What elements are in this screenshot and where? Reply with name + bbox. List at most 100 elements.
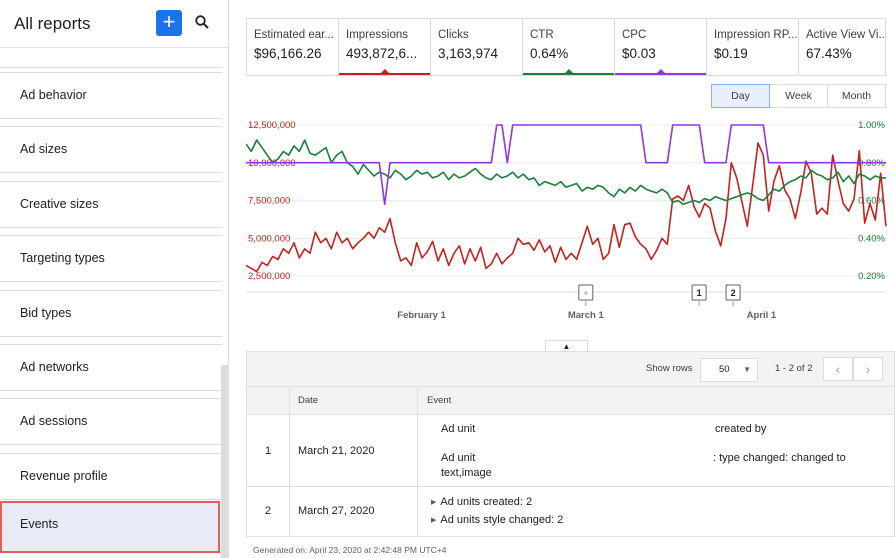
left-tick-label: 5,000,000 <box>248 233 290 244</box>
prev-page-button[interactable]: ‹ <box>823 357 853 381</box>
row-number: 1 <box>265 445 272 457</box>
x-tick-label: February 1 <box>397 310 446 321</box>
expand-icon: ▶ <box>431 517 437 524</box>
row-date: March 27, 2020 <box>298 505 375 517</box>
metric-value: $0.19 <box>714 46 748 61</box>
metric-color-bar <box>615 73 706 75</box>
metric-label: CTR <box>530 29 554 41</box>
sidebar-item-label: Bid types <box>20 306 72 320</box>
series-line <box>246 139 886 206</box>
sidebar-item-events[interactable]: Events <box>0 501 220 553</box>
column-divider <box>289 386 290 536</box>
event-line[interactable]: ▶ Ad units created: 2 <box>431 496 532 508</box>
event-line: Ad unit <box>441 423 476 435</box>
metric-value: 493,872,6... <box>346 46 418 61</box>
metric-color-bar <box>523 73 614 75</box>
metric-label: Impression RP... <box>714 29 798 41</box>
sidebar-item-creative-sizes[interactable]: Creative sizes <box>0 181 222 228</box>
sidebar-item-label: Ad sessions <box>20 414 88 428</box>
table-row[interactable]: 2 March 27, 2020 ▶ Ad units created: 2 ▶ A… <box>247 486 894 536</box>
sidebar-item-label: Ad networks <box>20 360 89 374</box>
show-rows-label: Show rows <box>646 363 693 374</box>
sidebar-item-label: Ad behavior <box>20 88 87 102</box>
event-marker-label: 2 <box>731 288 736 298</box>
left-tick-label: 7,500,000 <box>248 196 290 207</box>
metric-value: 0.64% <box>530 46 569 61</box>
event-line: Ad unit <box>441 452 476 464</box>
metric-card-earnings[interactable]: Estimated ear... $96,166.26 <box>247 19 339 75</box>
row-date: March 21, 2020 <box>298 445 375 457</box>
show-rows-select[interactable]: 50 ▼ <box>700 358 758 382</box>
chart-svg: 12,500,00010,000,0007,500,0005,000,0002,… <box>246 120 887 321</box>
metric-notch <box>564 69 573 73</box>
sidebar: All reports + Ad behavior Ad sizes Creat… <box>0 0 229 558</box>
metric-notch <box>380 69 389 73</box>
events-table-panel: Show rows 50 ▼ 1 - 2 of 2 ‹ › Date Event… <box>246 351 895 537</box>
metric-label: Clicks <box>438 29 469 41</box>
column-header-date: Date <box>298 395 319 406</box>
metric-value: 67.43% <box>806 46 852 61</box>
left-tick-label: 12,500,000 <box>248 120 296 131</box>
event-line-detail: created by <box>715 423 767 435</box>
x-tick-label: April 1 <box>747 310 777 321</box>
sidebar-item-hidden <box>0 18 222 68</box>
sidebar-item-targeting-types[interactable]: Targeting types <box>0 235 222 282</box>
metric-label: Estimated ear... <box>254 29 334 41</box>
metric-card-clicks[interactable]: Clicks 3,163,974 <box>431 19 523 75</box>
series-line <box>246 124 886 206</box>
right-tick-label: 0.40% <box>858 233 885 244</box>
month-button[interactable]: Month <box>828 84 886 108</box>
event-line-text: Ad units style changed: 2 <box>440 514 564 526</box>
generated-timestamp: Generated on: April 23, 2020 at 2:42:48 … <box>253 545 447 555</box>
metric-value: 3,163,974 <box>438 46 499 61</box>
metric-cards: Estimated ear... $96,166.26 Impressions … <box>246 18 886 76</box>
period-toggle: Day Week Month <box>711 84 886 108</box>
table-row[interactable]: 1 March 21, 2020 Ad unit created by Ad u… <box>247 414 894 486</box>
event-line[interactable]: ▶ Ad units style changed: 2 <box>431 514 563 526</box>
week-button[interactable]: Week <box>770 84 828 108</box>
sidebar-scrollbar[interactable] <box>221 365 228 558</box>
sidebar-item-ad-behavior[interactable]: Ad behavior <box>0 72 222 119</box>
sidebar-item-ad-sessions[interactable]: Ad sessions <box>0 398 222 445</box>
metric-value: $96,166.26 <box>254 46 322 61</box>
metric-label: CPC <box>622 29 647 41</box>
metric-label: Active View Vi... <box>806 29 885 41</box>
metric-color-bar <box>339 73 430 75</box>
day-button[interactable]: Day <box>711 84 770 108</box>
event-line-detail: : type changed: changed to <box>713 452 846 464</box>
right-tick-label: 1.00% <box>858 120 885 131</box>
table-header: Date Event <box>247 386 894 414</box>
show-rows-value: 50 <box>719 364 730 375</box>
sidebar-item-label: Events <box>20 517 59 531</box>
metric-card-active-view[interactable]: Active View Vi... 67.43% <box>799 19 885 75</box>
column-header-event: Event <box>427 395 452 406</box>
metric-card-impression-rpm[interactable]: Impression RP... $0.19 <box>707 19 799 75</box>
metric-card-impressions[interactable]: Impressions 493,872,6... <box>339 19 431 75</box>
column-divider <box>417 386 418 536</box>
sidebar-item-revenue-profile[interactable]: Revenue profile <box>0 453 222 500</box>
metric-value: $0.03 <box>622 46 656 61</box>
metric-card-cpc[interactable]: CPC $0.03 <box>615 19 707 75</box>
x-tick-label: March 1 <box>568 310 605 321</box>
sidebar-item-label: Creative sizes <box>20 197 99 211</box>
metric-notch <box>656 69 665 73</box>
right-tick-label: 0.20% <box>858 271 885 282</box>
row-number: 2 <box>265 505 272 517</box>
pagination-range: 1 - 2 of 2 <box>775 363 813 374</box>
performance-chart: 12,500,000 10,000,000 7,500,000 5,000,000 2,… <box>246 116 895 326</box>
metric-card-ctr[interactable]: CTR 0.64% <box>523 19 615 75</box>
sidebar-item-ad-sizes[interactable]: Ad sizes <box>0 126 222 173</box>
expand-icon: ▶ <box>431 499 437 506</box>
sidebar-item-bid-types[interactable]: Bid types <box>0 290 222 337</box>
chevron-down-icon: ▼ <box>743 365 751 374</box>
sidebar-item-label: Revenue profile <box>20 469 108 483</box>
sidebar-item-ad-networks[interactable]: Ad networks <box>0 344 222 391</box>
event-marker-label: + <box>583 288 588 298</box>
event-line-text: Ad units created: 2 <box>440 496 533 508</box>
event-line-cont: text,image <box>441 467 492 479</box>
next-page-button[interactable]: › <box>853 357 883 381</box>
sidebar-item-label: Targeting types <box>20 251 105 265</box>
sidebar-item-label: Ad sizes <box>20 142 68 156</box>
left-tick-label: 2,500,000 <box>248 271 290 282</box>
metric-label: Impressions <box>346 29 408 41</box>
